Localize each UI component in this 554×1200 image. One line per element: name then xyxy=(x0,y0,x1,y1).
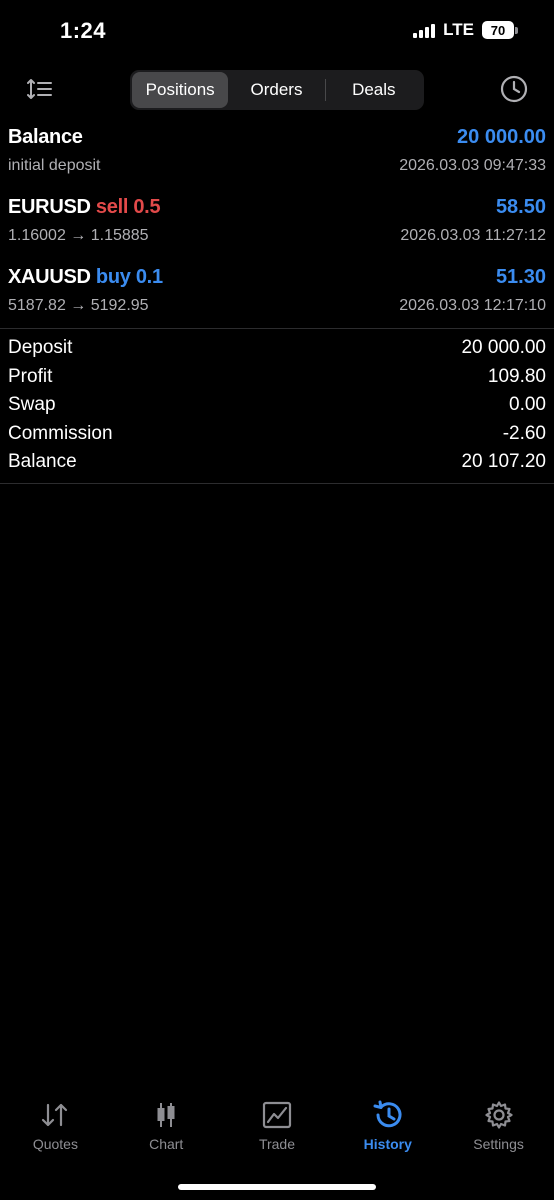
summary-label: Profit xyxy=(8,365,53,387)
list-item[interactable]: EURUSD sell 0.5 1.16002 → 1.15885 58.50 … xyxy=(0,192,554,262)
summary-row-profit: Profit 109.80 xyxy=(0,363,554,392)
summary-label: Commission xyxy=(8,422,113,444)
gear-icon xyxy=(484,1101,513,1129)
summary-row-balance: Balance 20 107.20 xyxy=(0,448,554,477)
signal-icon xyxy=(413,22,436,38)
tab-trade[interactable]: Trade xyxy=(222,1098,333,1168)
row-symbol: Balance xyxy=(8,126,83,148)
tab-label: Settings xyxy=(473,1136,524,1152)
quotes-icon xyxy=(42,1103,68,1127)
history-list: Balance initial deposit 20 000.00 2026.0… xyxy=(0,122,554,332)
history-icon xyxy=(373,1100,402,1128)
tab-deals[interactable]: Deals xyxy=(326,72,422,108)
candlestick-icon xyxy=(157,1103,175,1127)
tab-chart[interactable]: Chart xyxy=(111,1098,222,1168)
trade-chart-icon xyxy=(262,1101,292,1129)
summary-row-commission: Commission -2.60 xyxy=(0,420,554,449)
clock-icon xyxy=(500,75,528,103)
home-indicator[interactable] xyxy=(178,1184,376,1190)
battery-level: 70 xyxy=(482,21,514,39)
row-date: 2026.03.03 12:17:10 xyxy=(399,297,546,314)
tab-quotes[interactable]: Quotes xyxy=(0,1098,111,1168)
summary-row-deposit: Deposit 20 000.00 xyxy=(0,334,554,363)
history-toolbar: Positions Orders Deals xyxy=(0,64,554,118)
summary-value: 20 000.00 xyxy=(461,337,546,359)
row-direction: buy xyxy=(95,266,131,288)
status-indicators: LTE 70 xyxy=(413,20,518,40)
row-subtitle: initial deposit xyxy=(8,157,101,174)
sort-icon xyxy=(27,79,52,99)
tab-history[interactable]: History xyxy=(332,1098,443,1168)
summary-divider-top xyxy=(0,328,554,329)
network-type: LTE xyxy=(443,20,474,39)
battery-icon: 70 xyxy=(482,21,518,39)
list-item[interactable]: XAUUSD buy 0.1 5187.82 → 5192.95 51.30 2… xyxy=(0,262,554,332)
sort-button[interactable] xyxy=(22,74,58,104)
row-value: 20 000.00 xyxy=(457,126,546,148)
row-symbol: EURUSD xyxy=(8,196,91,218)
summary-divider-bottom xyxy=(0,483,554,484)
summary-value: 0.00 xyxy=(509,394,546,416)
row-volume: 0.5 xyxy=(133,196,161,218)
tab-positions[interactable]: Positions xyxy=(132,72,229,108)
summary-value: -2.60 xyxy=(502,422,546,444)
row-subtitle: 1.16002 → 1.15885 xyxy=(8,227,149,244)
row-date: 2026.03.03 09:47:33 xyxy=(399,157,546,174)
summary-row-swap: Swap 0.00 xyxy=(0,391,554,420)
tab-label: Chart xyxy=(149,1136,184,1152)
list-item[interactable]: Balance initial deposit 20 000.00 2026.0… xyxy=(0,122,554,192)
status-time: 1:24 xyxy=(60,18,107,43)
row-subtitle: 5187.82 → 5192.95 xyxy=(8,297,149,314)
tab-label: History xyxy=(363,1136,412,1152)
bottom-tab-bar: Quotes Chart Trade History Settings xyxy=(0,1098,554,1168)
tab-label: Quotes xyxy=(32,1136,78,1152)
summary-label: Deposit xyxy=(8,337,73,359)
summary-section: Deposit 20 000.00 Profit 109.80 Swap 0.0… xyxy=(0,334,554,477)
status-bar: 1:24 LTE 70 xyxy=(0,0,554,64)
summary-value: 109.80 xyxy=(487,365,546,387)
tab-orders[interactable]: Orders xyxy=(228,72,324,108)
row-value: 58.50 xyxy=(495,196,546,218)
segmented-control: Positions Orders Deals xyxy=(130,70,424,110)
row-value: 51.30 xyxy=(495,266,546,288)
row-symbol: XAUUSD xyxy=(8,266,91,288)
summary-label: Balance xyxy=(8,451,77,473)
summary-label: Swap xyxy=(8,394,56,416)
tab-label: Trade xyxy=(258,1136,296,1152)
row-volume: 0.1 xyxy=(135,266,163,288)
summary-value: 20 107.20 xyxy=(461,451,546,473)
row-direction: sell xyxy=(95,196,129,218)
tab-settings[interactable]: Settings xyxy=(443,1098,554,1168)
period-button[interactable] xyxy=(498,73,530,105)
row-date: 2026.03.03 11:27:12 xyxy=(400,227,546,244)
